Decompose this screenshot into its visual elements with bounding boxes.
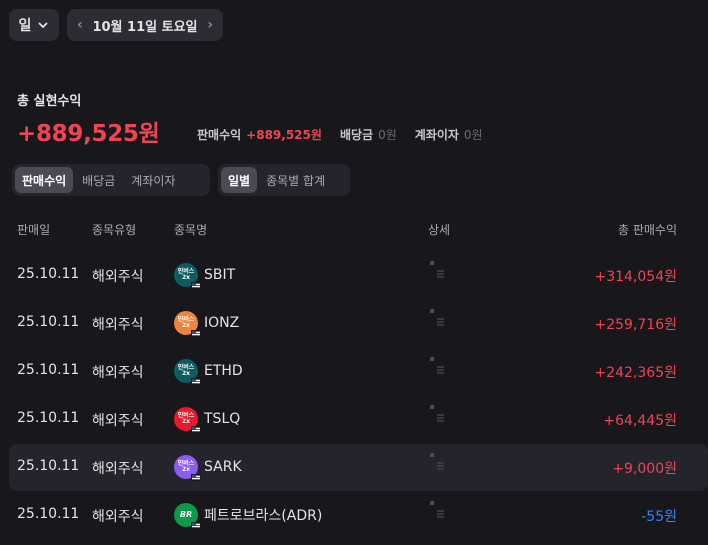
logo-text: 인버스 2x [177, 316, 195, 329]
column-total-sales-profit: 총 판매수익 [617, 223, 677, 237]
row-amount: +9,000원 [612, 461, 677, 477]
current-date: 10월 11일 토요일 [92, 19, 198, 35]
row-date: 25.10.11 [17, 266, 80, 282]
tab-interest[interactable]: 계좌이자 [124, 167, 182, 193]
tab-dividend[interactable]: 배당금 [75, 167, 122, 193]
row-type: 해외주식 [92, 317, 144, 333]
stock-logo-icon: 인버스 2x [174, 407, 201, 433]
row-stock-name: IONZ [204, 315, 240, 331]
sales-breakdown: 판매수익 +889,525원 [197, 126, 322, 143]
row-type: 해외주식 [92, 269, 144, 285]
row-amount: +314,054원 [594, 269, 677, 285]
row-stock-name: TSLQ [204, 411, 241, 427]
period-select[interactable]: 일 [9, 9, 59, 41]
row-type: 해외주식 [92, 509, 144, 525]
top-toolbar: 일 ‹ 10월 11일 토요일 › [9, 9, 223, 41]
row-date: 25.10.11 [17, 362, 80, 378]
chevron-down-icon [39, 22, 48, 28]
summary-title: 총 실현수익 [17, 94, 82, 109]
table-row[interactable]: 25.10.11 해외주식 인버스 2x TSLQ +64,445원 [9, 396, 708, 443]
sales-label: 판매수익 [197, 128, 242, 142]
logo-text: 인버스 2x [177, 460, 195, 473]
stock-logo-icon: 인버스 2x [174, 263, 201, 289]
row-stock: 인버스 2x TSLQ [174, 407, 241, 433]
row-amount: +64,445원 [603, 413, 677, 429]
row-stock: 인버스 2x SARK [174, 455, 242, 481]
us-flag-icon [191, 474, 201, 481]
row-stock: 인버스 2x SBIT [174, 263, 236, 289]
stock-logo-icon: 인버스 2x [174, 311, 201, 337]
stock-logo-icon: BR [174, 503, 201, 529]
row-stock-name: 페트로브라스(ADR) [204, 508, 323, 524]
logo-text: 인버스 2x [177, 268, 195, 281]
row-type: 해외주식 [92, 413, 144, 429]
dividend-label: 배당금 [339, 128, 374, 142]
row-date: 25.10.11 [17, 410, 80, 426]
table-row[interactable]: 25.10.11 해외주식 인버스 2x IONZ +259,716원 [9, 300, 708, 347]
table-row[interactable]: 25.10.11 해외주식 BR 페트로브라스(ADR) -55원 [9, 492, 708, 539]
interest-label: 계좌이자 [414, 128, 459, 142]
row-stock: 인버스 2x IONZ [174, 311, 240, 337]
chevron-left-icon[interactable]: ‹ [77, 17, 83, 33]
summary-total: +889,525원 [17, 121, 160, 147]
tab-by-stock-total[interactable]: 종목별 합계 [259, 167, 332, 193]
us-flag-icon [191, 330, 201, 337]
logo-text: 인버스 2x [177, 364, 195, 377]
stock-logo-icon: 인버스 2x [174, 359, 201, 385]
logo-text: BR [179, 510, 193, 519]
row-date: 25.10.11 [17, 506, 80, 522]
row-amount: +242,365원 [594, 365, 677, 381]
logo-text: 인버스 2x [177, 412, 195, 425]
us-flag-icon [191, 522, 201, 529]
tab-daily[interactable]: 일별 [221, 167, 258, 193]
column-sale-date: 판매일 [17, 223, 51, 237]
table-row[interactable]: 25.10.11 해외주식 인버스 2x SBIT +314,054원 [9, 252, 708, 299]
dividend-breakdown: 배당금 0원 [340, 126, 397, 143]
date-navigator: ‹ 10월 11일 토요일 › [67, 9, 223, 41]
row-stock: 인버스 2x ETHD [174, 359, 243, 385]
row-type: 해외주식 [92, 461, 144, 477]
us-flag-icon [191, 282, 201, 289]
dividend-value: 0원 [378, 128, 397, 142]
row-stock-name: ETHD [204, 363, 243, 379]
interest-value: 0원 [463, 128, 483, 142]
row-amount: +259,716원 [594, 317, 677, 333]
view-mode-tabs: 일별 종목별 합계 [218, 164, 350, 196]
period-select-label: 일 [18, 18, 32, 34]
row-type: 해외주식 [92, 365, 144, 381]
chevron-right-icon[interactable]: › [207, 17, 213, 33]
row-stock-name: SBIT [204, 267, 236, 283]
table-header: 판매일 종목유형 종목명 상세 총 판매수익 [0, 218, 708, 240]
column-stock-type: 종목유형 [92, 223, 137, 237]
row-date: 25.10.11 [17, 314, 80, 330]
stock-logo-icon: 인버스 2x [174, 455, 201, 481]
column-stock-name: 종목명 [174, 223, 208, 237]
row-date: 25.10.11 [17, 458, 80, 474]
us-flag-icon [191, 378, 201, 385]
sales-value: +889,525원 [246, 128, 322, 142]
table-row[interactable]: 25.10.11 해외주식 인버스 2x ETHD +242,365원 [9, 348, 708, 395]
income-type-tabs: 판매수익 배당금 계좌이자 [12, 164, 210, 196]
us-flag-icon [191, 426, 201, 433]
table-row[interactable]: 25.10.11 해외주식 인버스 2x SARK +9,000원 [9, 444, 708, 491]
interest-breakdown: 계좌이자 0원 [415, 126, 483, 143]
row-stock: BR 페트로브라스(ADR) [174, 503, 323, 529]
row-amount: -55원 [641, 509, 677, 525]
row-stock-name: SARK [204, 459, 242, 475]
column-detail: 상세 [428, 223, 451, 237]
summary-breakdown: 판매수익 +889,525원 배당금 0원 계좌이자 0원 [197, 126, 483, 143]
tab-sales[interactable]: 판매수익 [15, 167, 74, 193]
